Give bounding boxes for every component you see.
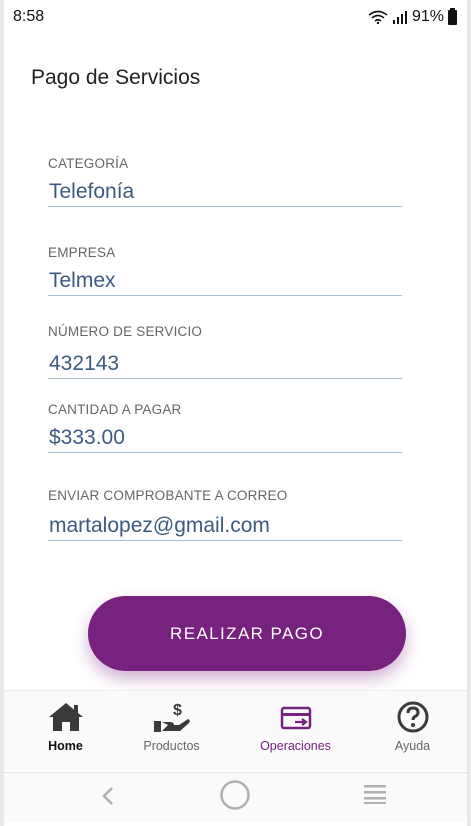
card-transfer-icon — [280, 706, 311, 730]
company-value[interactable]: Telmex — [48, 267, 402, 295]
wifi-icon — [368, 10, 388, 24]
field-underline — [48, 378, 402, 379]
amount-value[interactable]: $333.00 — [48, 424, 402, 452]
nav-item-operaciones[interactable]: Operaciones — [238, 691, 353, 771]
back-icon[interactable] — [98, 785, 118, 807]
nav-label-productos: Productos — [143, 739, 200, 753]
field-underline — [48, 540, 402, 541]
battery-percent: 91% — [411, 8, 444, 25]
email-value[interactable]: martalopez@gmail.com — [48, 512, 402, 540]
status-indicators: 91% — [368, 7, 457, 26]
field-underline — [48, 295, 402, 296]
nav-item-home[interactable]: Home — [8, 691, 123, 771]
nav-item-ayuda[interactable]: Ayuda — [355, 691, 470, 771]
home-icon — [48, 703, 83, 731]
bottom-nav: Home $ Productos Operaciones Ayuda — [4, 690, 467, 770]
hand-dollar-icon: $ — [153, 702, 190, 732]
nav-label-home: Home — [48, 739, 83, 753]
page-title: Pago de Servicios — [31, 66, 201, 89]
submit-payment-button[interactable]: REALIZAR PAGO — [88, 596, 406, 671]
email-label: ENVIAR COMPROBANTE A CORREO — [48, 488, 288, 503]
category-field[interactable]: CATEGORÍA Telefonía — [48, 156, 402, 207]
company-field[interactable]: EMPRESA Telmex — [48, 245, 402, 296]
service-number-field[interactable]: NÚMERO DE SERVICIO 432143 — [48, 324, 402, 379]
system-nav-bar — [4, 772, 467, 822]
nav-label-operaciones: Operaciones — [260, 739, 331, 753]
status-time: 8:58 — [13, 8, 45, 25]
app-screen: 8:58 91% Pago de Servicios CATEGORÍA Tel… — [4, 0, 467, 826]
email-field[interactable]: ENVIAR COMPROBANTE A CORREO martalopez@g… — [48, 488, 402, 541]
company-label: EMPRESA — [48, 245, 116, 260]
field-underline — [48, 206, 402, 207]
nav-item-productos[interactable]: $ Productos — [114, 691, 229, 771]
field-underline — [48, 452, 402, 453]
category-label: CATEGORÍA — [48, 156, 129, 171]
service-number-value[interactable]: 432143 — [48, 350, 402, 378]
status-bar: 8:58 91% — [4, 0, 467, 34]
nav-label-ayuda: Ayuda — [394, 739, 431, 753]
home-circle-icon[interactable] — [219, 779, 251, 811]
category-value[interactable]: Telefonía — [48, 178, 402, 206]
help-icon — [397, 701, 428, 733]
menu-icon[interactable] — [363, 783, 387, 805]
amount-label: CANTIDAD A PAGAR — [48, 402, 182, 417]
signal-icon — [392, 11, 407, 24]
service-number-label: NÚMERO DE SERVICIO — [48, 324, 203, 339]
battery-icon — [448, 7, 457, 25]
svg-text:$: $ — [173, 702, 182, 719]
amount-field[interactable]: CANTIDAD A PAGAR $333.00 — [48, 402, 402, 453]
